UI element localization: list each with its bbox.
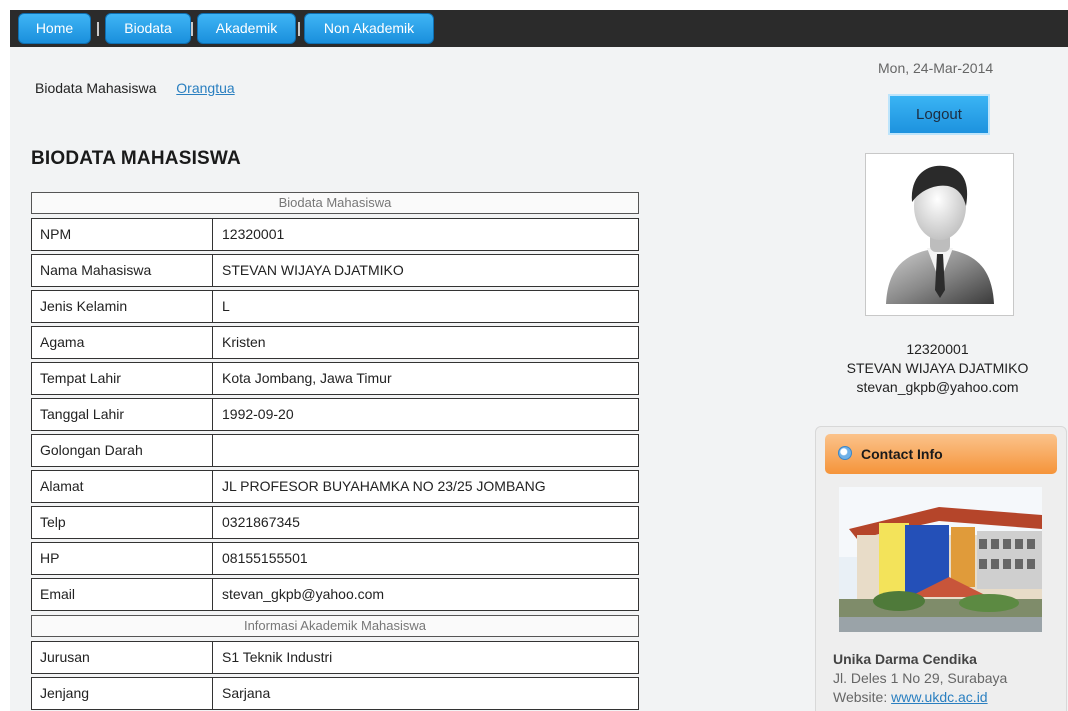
website-label: Website: (833, 689, 888, 705)
table-row: Jurusan S1 Teknik Industri (31, 641, 639, 674)
logout-button[interactable]: Logout (888, 94, 990, 135)
row-label: HP (32, 543, 213, 574)
user-silhouette-icon (886, 165, 994, 304)
row-label: Tempat Lahir (32, 363, 213, 394)
nav-non-akademik-button[interactable]: Non Akademik (304, 13, 434, 44)
campus-building-image (839, 487, 1042, 632)
row-label: Jenjang (32, 678, 213, 709)
org-address: Jl. Deles 1 No 29, Surabaya (833, 670, 1008, 686)
page: Home Biodata Akademik Non Akademik Bioda… (10, 10, 1068, 711)
current-date: Mon, 24-Mar-2014 (878, 60, 994, 76)
org-website: Website: www.ukdc.ac.id (833, 689, 988, 705)
row-value: L (222, 298, 230, 314)
row-value: 0321867345 (222, 514, 300, 530)
table-row: HP 08155155501 (31, 542, 639, 575)
row-value: 12320001 (222, 226, 285, 242)
bullet-icon (838, 446, 852, 460)
user-name: STEVAN WIJAYA DJATMIKO (846, 360, 1029, 376)
org-name: Unika Darma Cendika (833, 651, 977, 667)
row-value: 08155155501 (222, 550, 308, 566)
table-section-header: Biodata Mahasiswa (31, 192, 639, 214)
row-label: Jurusan (32, 642, 213, 673)
contact-info-panel: Contact Info Unika Darma Cendika Jl. Del… (815, 426, 1067, 711)
page-title: BIODATA MAHASISWA (31, 148, 241, 169)
contact-info-header: Contact Info (825, 434, 1057, 474)
user-id: 12320001 (906, 341, 969, 357)
user-email: stevan_gkpb@yahoo.com (856, 379, 1019, 395)
row-value: Sarjana (222, 685, 271, 701)
nav-akademik-button[interactable]: Akademik (197, 13, 296, 44)
nav-separator (298, 22, 300, 36)
row-label: Agama (32, 327, 213, 358)
row-value: S1 Teknik Industri (222, 649, 333, 665)
table-row: Agama Kristen (31, 326, 639, 359)
table-row: Jenjang Sarjana (31, 677, 639, 710)
nav-separator (97, 22, 99, 36)
row-label: Golongan Darah (32, 435, 213, 466)
table-row: NPM 12320001 (31, 218, 639, 251)
subnav-orangtua-link[interactable]: Orangtua (176, 80, 234, 96)
row-value: Kristen (222, 334, 266, 350)
row-label: Email (32, 579, 213, 610)
table-row: Nama Mahasiswa STEVAN WIJAYA DJATMIKO (31, 254, 639, 287)
row-value: Kota Jombang, Jawa Timur (222, 370, 392, 386)
row-label: Jenis Kelamin (32, 291, 213, 322)
avatar (865, 153, 1014, 316)
row-value: stevan_gkpb@yahoo.com (222, 586, 385, 602)
nav-biodata-button[interactable]: Biodata (105, 13, 191, 44)
table-row: Tempat Lahir Kota Jombang, Jawa Timur (31, 362, 639, 395)
website-link[interactable]: www.ukdc.ac.id (891, 689, 987, 705)
row-value: JL PROFESOR BUYAHAMKA NO 23/25 JOMBANG (222, 478, 546, 494)
sub-nav: Biodata Mahasiswa Orangtua (35, 80, 235, 96)
nav-home-button[interactable]: Home (18, 13, 91, 44)
table-row: Alamat JL PROFESOR BUYAHAMKA NO 23/25 JO… (31, 470, 639, 503)
row-label: NPM (32, 219, 213, 250)
row-label: Telp (32, 507, 213, 538)
row-label: Alamat (32, 471, 213, 502)
nav-separator (191, 22, 193, 36)
contact-info-title: Contact Info (861, 446, 943, 462)
table-row: Tanggal Lahir 1992-09-20 (31, 398, 639, 431)
table-row: Telp 0321867345 (31, 506, 639, 539)
table-row: Email stevan_gkpb@yahoo.com (31, 578, 639, 611)
table-section-header: Informasi Akademik Mahasiswa (31, 615, 639, 637)
row-label: Nama Mahasiswa (32, 255, 213, 286)
table-row: Jenis Kelamin L (31, 290, 639, 323)
row-value: STEVAN WIJAYA DJATMIKO (222, 262, 404, 278)
subnav-current-label: Biodata Mahasiswa (35, 80, 157, 96)
top-nav-bar: Home Biodata Akademik Non Akademik (10, 10, 1068, 47)
row-value: 1992-09-20 (222, 406, 294, 422)
table-row: Golongan Darah (31, 434, 639, 467)
row-label: Tanggal Lahir (32, 399, 213, 430)
